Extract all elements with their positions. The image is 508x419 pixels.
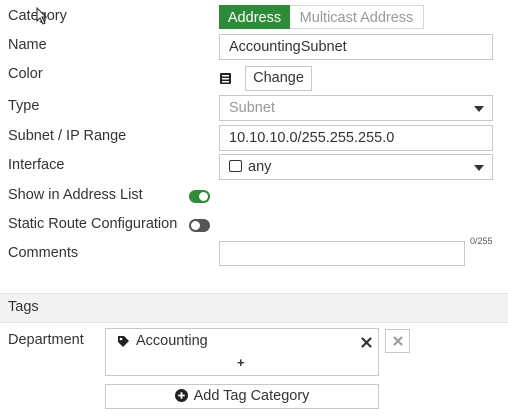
interface-select[interactable]: any xyxy=(219,154,493,180)
comments-label: Comments xyxy=(8,245,79,261)
type-label: Type xyxy=(8,98,40,114)
close-icon xyxy=(393,336,403,346)
type-value: Subnet xyxy=(229,100,275,116)
static-route-label: Static Route Configuration xyxy=(8,216,178,232)
add-tag-plus[interactable]: + xyxy=(237,355,245,370)
add-tag-category-label: Add Tag Category xyxy=(193,388,310,404)
subnet-label: Subnet / IP Range xyxy=(8,128,127,144)
color-swatch-icon xyxy=(220,73,231,84)
type-select[interactable]: Subnet xyxy=(219,95,493,121)
add-tag-category-button[interactable]: Add Tag Category xyxy=(105,384,379,409)
tags-section-header xyxy=(0,293,508,323)
name-input[interactable]: AccountingSubnet xyxy=(219,34,493,60)
chevron-down-icon xyxy=(474,165,484,171)
color-label: Color xyxy=(8,66,43,82)
toggle-knob xyxy=(191,221,200,230)
interface-value: any xyxy=(248,159,272,175)
mouse-cursor-icon xyxy=(36,7,48,25)
comments-counter: 0/255 xyxy=(470,236,493,246)
tags-section-title: Tags xyxy=(8,299,39,315)
toggle-knob xyxy=(199,192,208,201)
show-in-list-toggle[interactable] xyxy=(189,190,210,203)
remove-tag-category-button[interactable] xyxy=(385,329,410,353)
tag-list-box[interactable]: Accounting + xyxy=(105,328,379,376)
interface-port-icon xyxy=(229,160,242,172)
category-option-multicast[interactable]: Multicast Address xyxy=(290,5,424,29)
subnet-input[interactable]: 10.10.10.0/255.255.255.0 xyxy=(219,125,493,151)
static-route-toggle[interactable] xyxy=(189,219,210,232)
tag-icon xyxy=(118,336,129,347)
name-label: Name xyxy=(8,37,47,53)
plus-circle-icon xyxy=(174,389,188,402)
show-in-list-label: Show in Address List xyxy=(8,187,143,203)
interface-label: Interface xyxy=(8,157,65,173)
tag-category-label: Department xyxy=(8,332,84,348)
change-color-button[interactable]: Change xyxy=(245,66,312,91)
tag-chip-label: Accounting xyxy=(136,333,208,349)
chevron-down-icon xyxy=(474,106,484,112)
category-option-address[interactable]: Address xyxy=(219,5,290,29)
comments-textarea[interactable] xyxy=(219,241,465,266)
remove-tag-icon[interactable] xyxy=(361,337,372,348)
